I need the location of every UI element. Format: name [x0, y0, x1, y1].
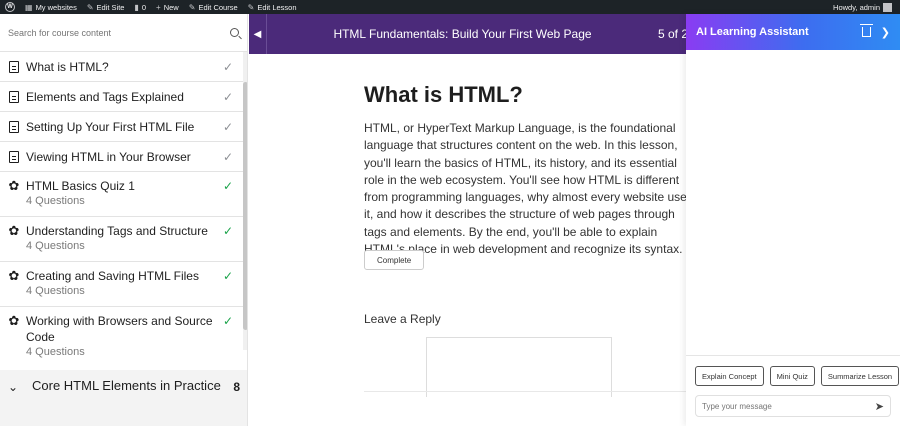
lesson-title: Setting Up Your First HTML File: [26, 120, 195, 134]
chevron-right-icon[interactable]: ❯: [881, 26, 890, 39]
send-icon[interactable]: ➤: [875, 400, 884, 413]
reply-heading: Leave a Reply: [364, 312, 441, 326]
explain-concept-button[interactable]: Explain Concept: [695, 366, 764, 386]
check-icon: ✓: [222, 224, 234, 238]
mini-quiz-button[interactable]: Mini Quiz: [769, 366, 815, 386]
assistant-messages: [686, 50, 900, 356]
check-icon: ✓: [222, 269, 234, 283]
comment-textarea[interactable]: [426, 337, 612, 397]
summarize-lesson-button[interactable]: Summarize Lesson: [820, 366, 900, 386]
wordpress-logo-button[interactable]: W: [0, 0, 20, 14]
quiz-title: Working with Browsers and Source Code: [26, 314, 213, 344]
brush-icon: ✎: [86, 2, 94, 12]
section-title: Core HTML Elements in Practice: [32, 378, 221, 393]
new-content-link[interactable]: + New: [151, 0, 184, 14]
lesson-content: What is HTML? HTML, or HyperText Markup …: [249, 54, 686, 426]
quiz-title: Understanding Tags and Structure: [26, 224, 208, 238]
list-item[interactable]: What is HTML? ✓: [0, 52, 243, 82]
comment-icon: ▮: [134, 2, 139, 12]
list-item[interactable]: ✿ Working with Browsers and Source Code …: [0, 307, 243, 371]
edit-site-label: Edit Site: [96, 2, 125, 12]
my-sites-link[interactable]: ▦ My websites: [20, 0, 82, 14]
avatar: [883, 2, 892, 12]
section-header[interactable]: ⌄ Core HTML Elements in Practice 8: [0, 370, 247, 426]
search-icon[interactable]: [230, 28, 239, 37]
admin-bar: W ▦ My websites ✎ Edit Site ▮ 0 + New ✎ …: [0, 0, 900, 14]
message-box: ➤: [695, 395, 891, 417]
document-icon: [9, 121, 19, 133]
list-item[interactable]: ✿ Understanding Tags and Structure 4 Que…: [0, 217, 243, 262]
comments-count: 0: [141, 2, 147, 12]
wordpress-icon: W: [5, 2, 15, 12]
trash-icon[interactable]: [859, 24, 873, 37]
check-icon: ✓: [222, 150, 234, 164]
assistant-title: AI Learning Assistant: [696, 26, 809, 38]
quiz-question-count: 4 Questions: [26, 195, 85, 207]
search-input[interactable]: [8, 27, 230, 38]
edit-course-link[interactable]: ✎ Edit Course: [184, 0, 243, 14]
message-input[interactable]: [702, 401, 875, 411]
divider: [364, 391, 686, 392]
scrollbar-thumb[interactable]: [243, 82, 247, 330]
check-icon: ✓: [222, 90, 234, 104]
document-icon: [9, 91, 19, 103]
suggestion-chips: Explain Concept Mini Quiz Summarize Less…: [695, 366, 900, 386]
list-item[interactable]: ✿ HTML Basics Quiz 1 4 Questions ✓: [0, 172, 243, 217]
pencil-icon: ✎: [247, 2, 255, 12]
assistant-header: AI Learning Assistant ❯: [686, 14, 900, 50]
greeting-label: Howdy, admin: [833, 2, 880, 12]
puzzle-icon: ✿: [8, 178, 20, 193]
check-icon: ✓: [222, 314, 234, 328]
lesson-paragraph: HTML, or HyperText Markup Language, is t…: [364, 121, 686, 257]
list-item[interactable]: Elements and Tags Explained ✓: [0, 82, 243, 112]
edit-lesson-link[interactable]: ✎ Edit Lesson: [243, 0, 302, 14]
plus-icon: +: [156, 2, 161, 12]
quiz-question-count: 4 Questions: [26, 240, 85, 252]
section-count: 8: [233, 380, 240, 394]
puzzle-icon: ✿: [8, 223, 20, 238]
lesson-progress: 5 of 20: [658, 27, 686, 41]
pencil-icon: ✎: [188, 2, 196, 12]
content-search: [0, 14, 247, 52]
edit-site-link[interactable]: ✎ Edit Site: [82, 0, 130, 14]
quiz-title: HTML Basics Quiz 1: [26, 179, 135, 193]
quiz-question-count: 4 Questions: [26, 285, 85, 297]
list-item[interactable]: Viewing HTML in Your Browser ✓: [0, 142, 243, 172]
course-title: HTML Fundamentals: Build Your First Web …: [333, 27, 592, 41]
puzzle-icon: ✿: [8, 313, 20, 328]
lesson-title: What is HTML?: [26, 60, 109, 74]
lesson-heading: What is HTML?: [364, 82, 523, 107]
lesson-title: Elements and Tags Explained: [26, 90, 184, 104]
check-icon: ✓: [222, 120, 234, 134]
ai-assistant-panel: AI Learning Assistant ❯ Explain Concept …: [686, 14, 900, 426]
course-header: ◀ HTML Fundamentals: Build Your First We…: [249, 14, 686, 54]
edit-course-label: Edit Course: [198, 2, 238, 12]
chevron-down-icon: ⌄: [8, 380, 19, 394]
collapse-sidebar-button[interactable]: ◀: [249, 14, 267, 54]
sites-icon: ▦: [25, 2, 33, 12]
check-icon: ✓: [222, 179, 234, 193]
list-item[interactable]: Setting Up Your First HTML File ✓: [0, 112, 243, 142]
document-icon: [9, 151, 19, 163]
new-label: New: [163, 2, 179, 12]
puzzle-icon: ✿: [8, 268, 20, 283]
check-icon: ✓: [222, 60, 234, 74]
caret-left-icon: ◀: [253, 28, 262, 40]
lesson-title: Viewing HTML in Your Browser: [26, 150, 191, 164]
edit-lesson-label: Edit Lesson: [257, 2, 297, 12]
complete-button[interactable]: Complete: [364, 250, 425, 270]
course-sidebar: What is HTML? ✓ Elements and Tags Explai…: [0, 14, 248, 426]
lesson-list: What is HTML? ✓ Elements and Tags Explai…: [0, 52, 243, 371]
my-sites-label: My websites: [35, 2, 77, 12]
quiz-title: Creating and Saving HTML Files: [26, 269, 199, 283]
account-menu[interactable]: Howdy, admin: [833, 2, 900, 12]
list-item[interactable]: ✿ Creating and Saving HTML Files 4 Quest…: [0, 262, 243, 307]
sidebar-scrollbar[interactable]: [243, 52, 247, 350]
comments-link[interactable]: ▮ 0: [129, 0, 151, 14]
document-icon: [9, 61, 19, 73]
quiz-question-count: 4 Questions: [26, 346, 85, 358]
